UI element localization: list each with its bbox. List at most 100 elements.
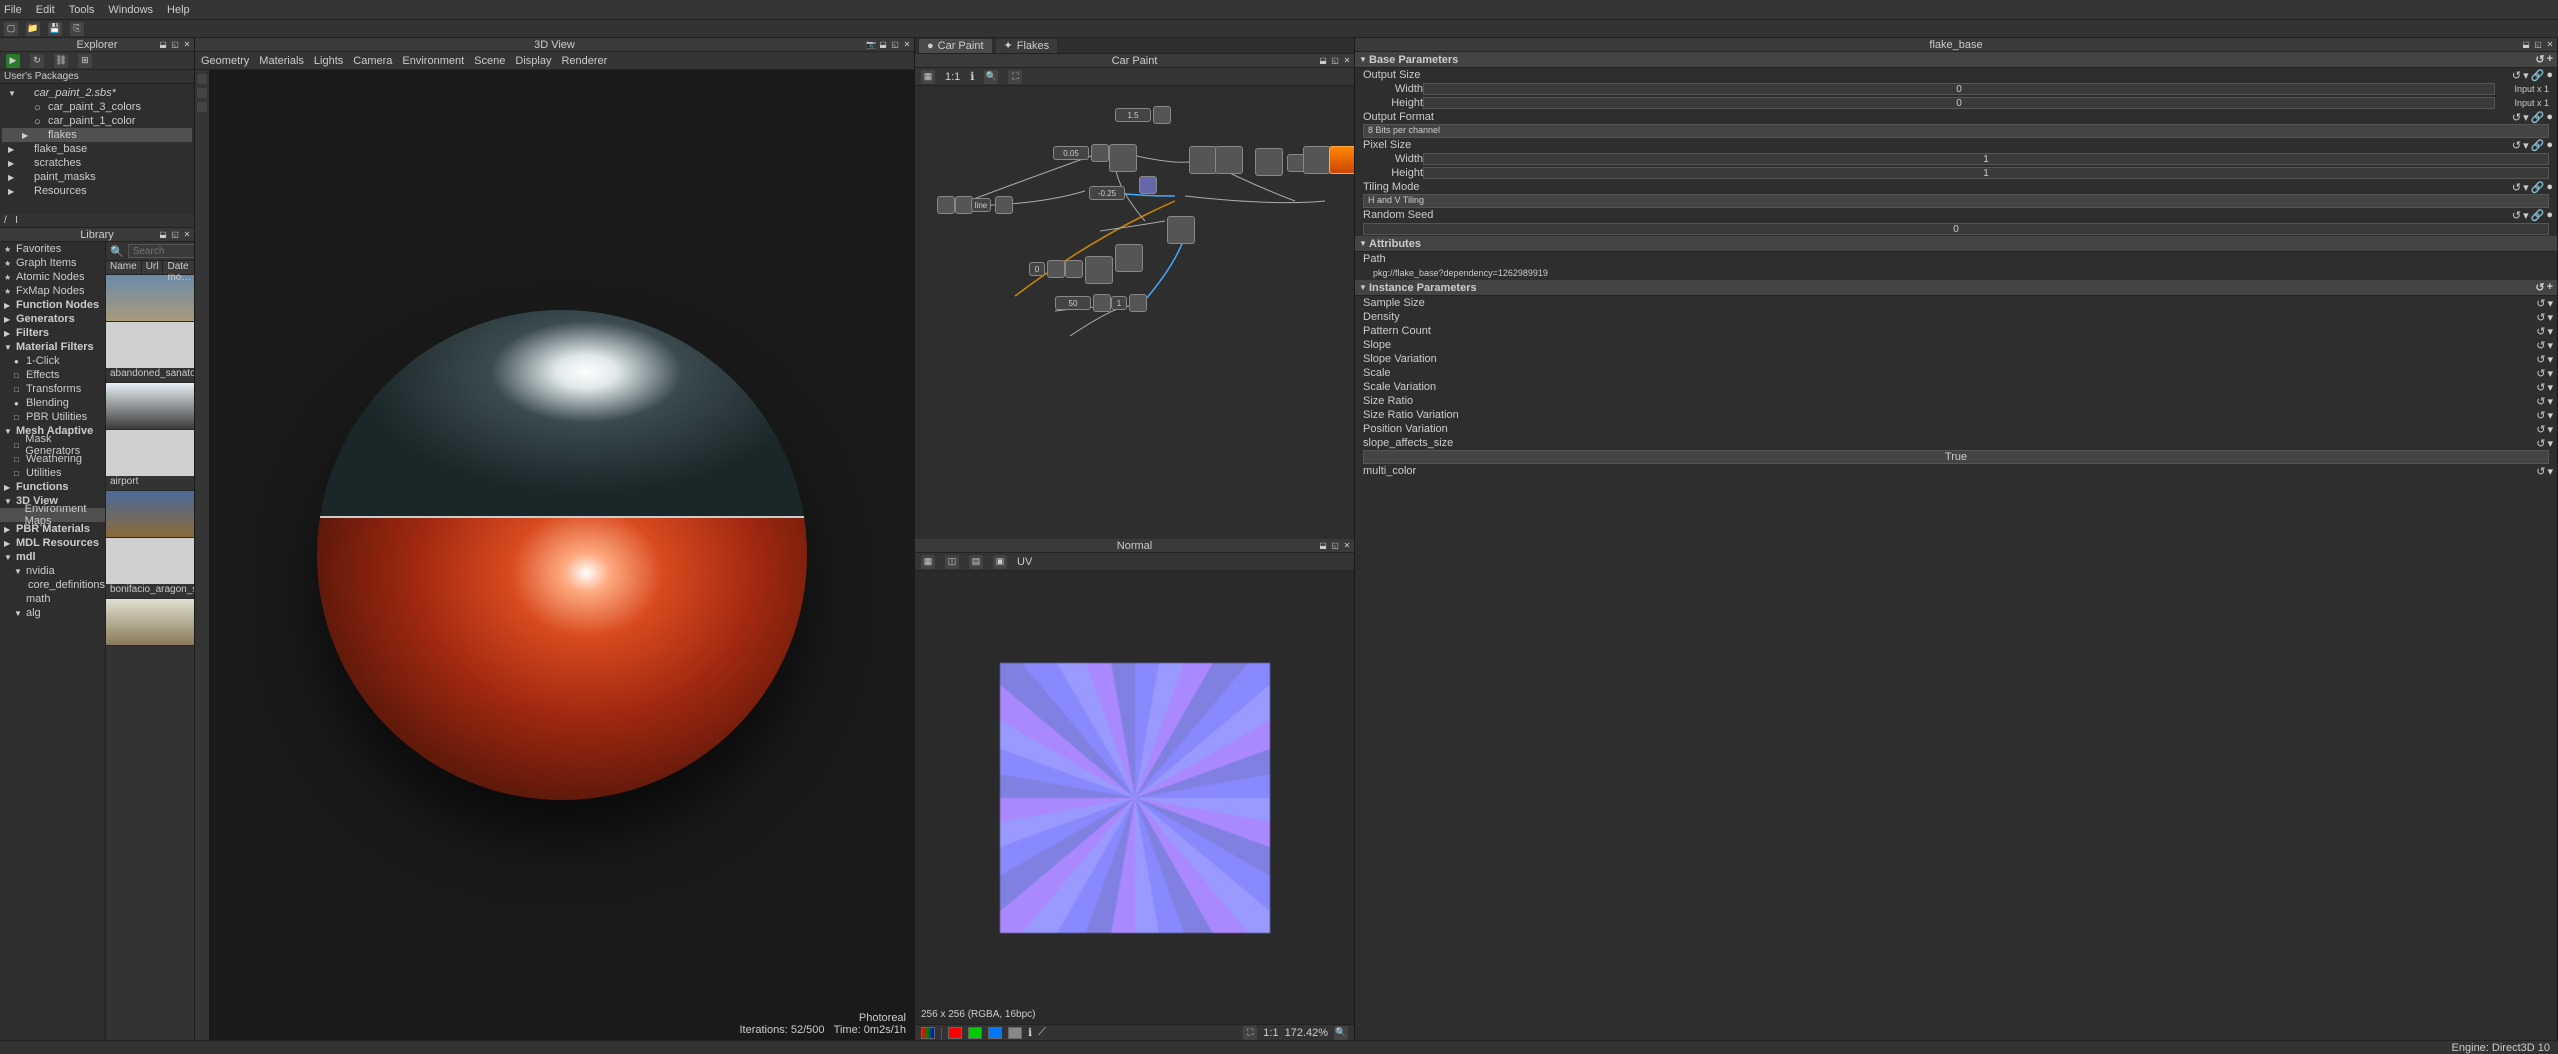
node[interactable] xyxy=(1115,244,1143,272)
library-tree-item[interactable]: □Mask Generators xyxy=(0,438,105,452)
explorer-item[interactable]: ▶paint_masks xyxy=(2,170,192,184)
r-swatch-icon[interactable] xyxy=(948,1027,962,1039)
expand-icon[interactable]: ⊞ xyxy=(78,54,92,68)
uv-label[interactable]: UV xyxy=(1017,556,1032,568)
library-tree-item[interactable]: ▶Function Nodes xyxy=(0,298,105,312)
menu-edit[interactable]: Edit xyxy=(36,4,55,16)
node[interactable] xyxy=(1085,256,1113,284)
library-tree-item[interactable]: ▼Material Filters xyxy=(0,340,105,354)
zoom-icon[interactable]: 🔍 xyxy=(1334,1026,1348,1040)
library-tree-item[interactable]: Environment Maps xyxy=(0,508,105,522)
zoom-ratio[interactable]: 1:1 xyxy=(1263,1027,1278,1039)
seed-input[interactable] xyxy=(1363,223,2549,235)
library-tree-item[interactable]: ★Atomic Nodes xyxy=(0,270,105,284)
library-thumb[interactable]: airport xyxy=(106,430,194,491)
new-icon[interactable]: ▢ xyxy=(4,22,18,36)
info-icon[interactable]: ℹ xyxy=(970,70,974,83)
library-tree-item[interactable]: ▶Functions xyxy=(0,480,105,494)
explorer-item[interactable]: ▶flakes xyxy=(2,128,192,142)
library-tree-item[interactable]: ▼mdl xyxy=(0,550,105,564)
arrow-icon[interactable] xyxy=(197,102,207,112)
fit-icon[interactable]: ⛶ xyxy=(1008,70,1022,84)
info2-icon[interactable]: ▤ xyxy=(969,555,983,569)
node[interactable] xyxy=(995,196,1013,214)
close-icon[interactable]: ✕ xyxy=(2545,38,2555,48)
undock-icon[interactable]: ◱ xyxy=(170,38,180,48)
node[interactable] xyxy=(1189,146,1217,174)
node-const[interactable]: 1 xyxy=(1111,296,1127,310)
library-tree-item[interactable]: ▶Generators xyxy=(0,312,105,326)
undock-icon[interactable]: ◱ xyxy=(890,38,900,48)
instance-params-header[interactable]: ▼Instance Parameters↺+ xyxy=(1355,280,2557,296)
close-icon[interactable]: ✕ xyxy=(1342,539,1352,549)
library-thumb[interactable]: abandoned_sanatori… xyxy=(106,322,194,383)
open-icon[interactable]: 📁 xyxy=(26,22,40,36)
view3d-menu-item[interactable]: Camera xyxy=(353,55,392,67)
node-line[interactable]: line xyxy=(971,198,991,212)
node[interactable] xyxy=(1091,144,1109,162)
library-thumb[interactable]: bonifacio_aragon_sta… xyxy=(106,538,194,599)
explorer-item[interactable]: ○car_paint_1_color xyxy=(2,114,192,128)
saveall-icon[interactable]: ⎘ xyxy=(70,22,84,36)
height-input[interactable] xyxy=(1423,97,2495,109)
menu-windows[interactable]: Windows xyxy=(108,4,153,16)
library-tree-item[interactable]: ▼alg xyxy=(0,606,105,620)
node-color[interactable] xyxy=(1139,176,1157,194)
base-params-header[interactable]: ▼Base Parameters↺+ xyxy=(1355,52,2557,68)
tiling-dropdown[interactable]: H and V Tiling xyxy=(1363,194,2549,208)
graph-tab[interactable]: ●Car Paint xyxy=(919,39,992,53)
pin-icon[interactable]: ⬓ xyxy=(158,38,168,48)
library-tree-item[interactable]: □PBR Utilities xyxy=(0,410,105,424)
library-tree-item[interactable]: ●Blending xyxy=(0,396,105,410)
library-tree-item[interactable]: ▶MDL Resources xyxy=(0,536,105,550)
view3d-menu-item[interactable]: Materials xyxy=(259,55,304,67)
node[interactable] xyxy=(1047,260,1065,278)
view3d-menu-item[interactable]: Scene xyxy=(474,55,505,67)
view3d-menu-item[interactable]: Display xyxy=(515,55,551,67)
undock-icon[interactable]: ◱ xyxy=(170,228,180,238)
library-tree-item[interactable]: □Transforms xyxy=(0,382,105,396)
view3d-camera-icon[interactable]: 📷 xyxy=(866,38,876,48)
node-const[interactable]: -0.25 xyxy=(1089,186,1125,200)
view3d-menu-item[interactable]: Renderer xyxy=(561,55,607,67)
col-name[interactable]: Name xyxy=(106,261,142,274)
library-tree-item[interactable]: ★FxMap Nodes xyxy=(0,284,105,298)
close-icon[interactable]: ✕ xyxy=(182,38,192,48)
col-date[interactable]: Date mo… xyxy=(163,261,194,274)
library-tree-item[interactable]: □Utilities xyxy=(0,466,105,480)
explorer-item[interactable]: ○car_paint_3_colors xyxy=(2,100,192,114)
library-tree-item[interactable]: ★Graph Items xyxy=(0,256,105,270)
view3d-menu-item[interactable]: Geometry xyxy=(201,55,249,67)
fit-icon[interactable]: ⛶ xyxy=(1243,1026,1257,1040)
view3d-menu-item[interactable]: Environment xyxy=(402,55,464,67)
link-icon[interactable]: ⛓ xyxy=(54,54,68,68)
library-thumb[interactable] xyxy=(106,383,194,430)
shade-icon[interactable] xyxy=(197,88,207,98)
undock-icon[interactable]: ◱ xyxy=(1330,539,1340,549)
undock-icon[interactable]: ◱ xyxy=(1330,54,1340,64)
node[interactable] xyxy=(1303,146,1331,174)
node[interactable] xyxy=(1093,294,1111,312)
pin-icon[interactable]: ⬓ xyxy=(878,38,888,48)
explorer-item[interactable]: ▶Resources xyxy=(2,184,192,198)
refresh-icon[interactable]: ↻ xyxy=(30,54,44,68)
g-swatch-icon[interactable] xyxy=(968,1027,982,1039)
menu-file[interactable]: File xyxy=(4,4,22,16)
view3d-viewport[interactable]: Photoreal Iterations: 52/500 Time: 0m2s/… xyxy=(209,70,914,1040)
node[interactable] xyxy=(1255,148,1283,176)
search-icon[interactable]: 🔍 xyxy=(110,245,124,258)
format-dropdown[interactable]: 8 Bits per channel xyxy=(1363,124,2549,138)
pin-icon[interactable]: ⬓ xyxy=(158,228,168,238)
pixel-width-input[interactable] xyxy=(1423,153,2549,165)
library-thumb[interactable] xyxy=(106,599,194,646)
close-icon[interactable]: ✕ xyxy=(1342,54,1352,64)
explorer-pathinput[interactable]: / I xyxy=(0,214,194,228)
menu-help[interactable]: Help xyxy=(167,4,190,16)
preview-viewport[interactable]: 256 x 256 (RGBA, 16bpc) xyxy=(915,571,1354,1024)
node[interactable] xyxy=(1167,216,1195,244)
b-swatch-icon[interactable] xyxy=(988,1027,1002,1039)
library-tree-item[interactable]: ★Favorites xyxy=(0,242,105,256)
a-swatch-icon[interactable] xyxy=(1008,1027,1022,1039)
library-thumb[interactable] xyxy=(106,491,194,538)
col-url[interactable]: Url xyxy=(142,261,164,274)
